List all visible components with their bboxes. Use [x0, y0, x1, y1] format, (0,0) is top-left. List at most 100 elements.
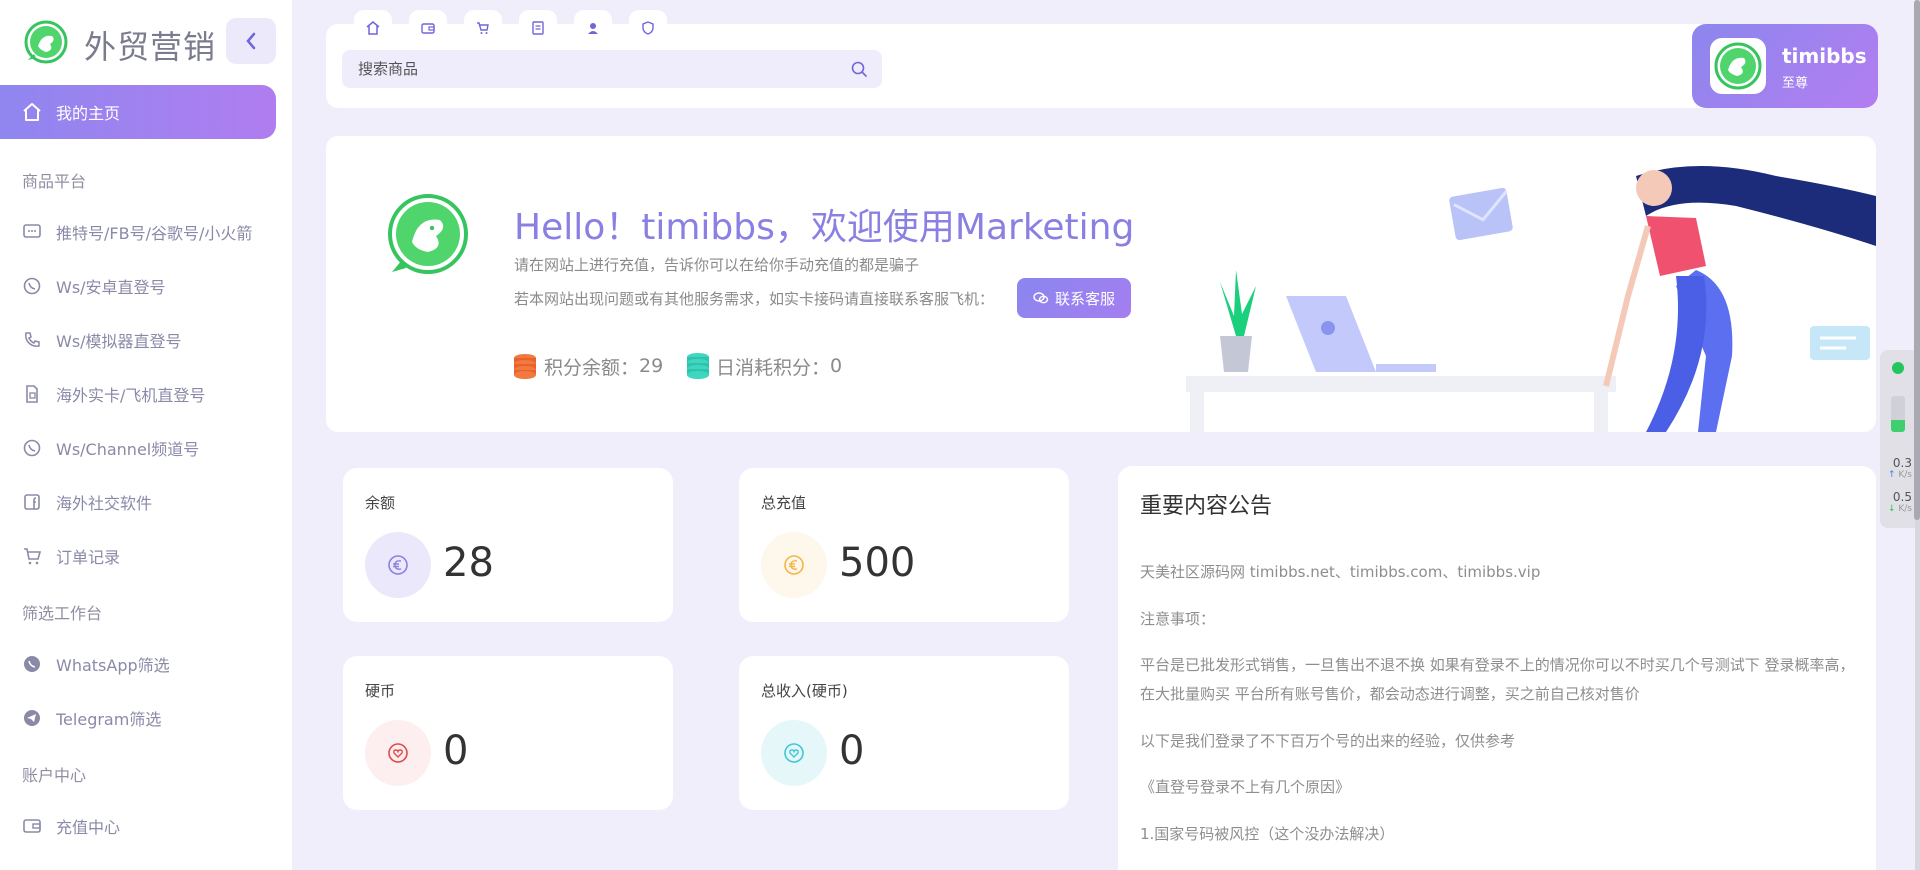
sidebar-item-label: 海外社交软件 [56, 494, 153, 513]
sidebar-item-orders[interactable]: 订单记录 [22, 544, 120, 568]
sidebar-item-label: Ws/模拟器直登号 [56, 332, 182, 351]
welcome-support-line: 若本网站出现问题或有其他服务需求，如实卡接码请直接联系客服飞机： [514, 290, 995, 308]
upload-unit: ↑ K/s [1887, 470, 1912, 480]
announcement-paragraph: 《直登号登录不上有几个原因》 [1140, 778, 1351, 796]
sidebar-item-sim-card[interactable]: 海外实卡/飞机直登号 [22, 382, 205, 406]
daily-points-label: 日消耗积分： [716, 356, 831, 379]
stat-value: 500 [839, 540, 916, 586]
user-icon [588, 23, 598, 34]
status-dot [1892, 362, 1904, 374]
upload-speed: 0.3 [1880, 456, 1916, 470]
stat-icon-bg [365, 532, 431, 598]
welcome-title: Hello！timibbs，欢迎使用Marketing [514, 207, 1135, 248]
contact-support-button[interactable]: 联系客服 [1017, 278, 1131, 318]
brand-header: 外贸营销 [0, 0, 292, 84]
tab-shield[interactable] [629, 10, 667, 46]
stat-card-coins: 硬币 0 [343, 656, 673, 810]
tab-user[interactable] [574, 10, 612, 46]
search-input[interactable] [358, 50, 838, 88]
chat-bubbles-icon [1033, 292, 1049, 304]
sidebar-item-telegram-filter[interactable]: Telegram筛选 [22, 706, 161, 730]
daily-points: 日消耗积分： 0 [686, 352, 842, 380]
user-level: 至尊 [1782, 76, 1809, 91]
sidebar-item-label: 海外实卡/飞机直登号 [56, 386, 206, 405]
stat-label: 余额 [365, 494, 396, 512]
memory-bar [1891, 396, 1905, 432]
tab-cart[interactable] [464, 10, 502, 46]
sidebar-item-twitter-fb[interactable]: 推特号/FB号/谷歌号/小火箭 [22, 220, 252, 244]
sidebar-item-label: Ws/安卓直登号 [56, 278, 166, 297]
chevron-left-icon [246, 32, 256, 50]
facebook-icon [24, 494, 40, 510]
whatsapp-icon [23, 439, 41, 457]
announcement-paragraph: 天美社区源码网 timibbs.net、timibbs.com、timibbs.… [1140, 563, 1541, 581]
home-icon [23, 103, 41, 121]
stat-label: 总收入(硬币) [761, 682, 848, 700]
coins-stack-icon [514, 354, 536, 379]
cart-icon [24, 548, 42, 565]
sidebar: 外贸营销 我的主页 商品平台 推特号/FB号/谷歌号/小火箭 Ws/安卓直登号 … [0, 0, 292, 870]
brand-logo-icon [24, 20, 68, 64]
points-balance-value: 29 [639, 355, 664, 377]
stat-value: 28 [443, 540, 494, 586]
database-icon [687, 353, 709, 379]
user-name: timibbs [1782, 44, 1867, 68]
tab-home[interactable] [354, 10, 392, 46]
daily-points-value: 0 [830, 355, 843, 377]
collapse-sidebar-button[interactable] [226, 18, 276, 64]
download-speed: 0.5 [1880, 490, 1916, 504]
sidebar-item-label: 推特号/FB号/谷歌号/小火箭 [56, 224, 253, 243]
phone-icon [25, 332, 40, 347]
avatar [1710, 38, 1766, 94]
sidebar-item-whatsapp-filter[interactable]: WhatsApp筛选 [22, 652, 170, 676]
upload-unit-label: K/s [1898, 470, 1912, 480]
telegram-icon [24, 710, 40, 726]
stat-card-balance: 余额 28 [343, 468, 673, 622]
announcement-title: 重要内容公告 [1140, 494, 1273, 519]
search-icon[interactable] [850, 60, 868, 78]
brand-logo-icon [388, 194, 468, 274]
download-speed-value: 0.5 [1892, 490, 1912, 504]
stat-card-total-recharge: 总充值 500 [739, 468, 1069, 622]
sidebar-item-home[interactable]: 我的主页 [0, 85, 276, 139]
sidebar-item-ws-android[interactable]: Ws/安卓直登号 [22, 274, 166, 298]
announcement-paragraph: 以下是我们登录了不下百万个号的出来的经验，仅供参考 [1140, 732, 1516, 750]
workspace-illustration [1186, 166, 1876, 432]
document-icon [532, 21, 544, 35]
sidebar-item-social-software[interactable]: 海外社交软件 [22, 490, 152, 514]
tab-document[interactable] [519, 10, 557, 46]
download-unit-label: K/s [1898, 504, 1912, 514]
section-title-products: 商品平台 [22, 172, 87, 191]
user-profile-card[interactable]: timibbs 至尊 [1692, 24, 1878, 108]
announcement-paragraph: 注意事项： [1140, 610, 1216, 628]
network-speed-widget[interactable]: 0.3 ↑ K/s 0.5 ↓ K/s [1880, 350, 1916, 528]
shield-icon [642, 21, 654, 35]
sidebar-item-recharge[interactable]: 充值中心 [22, 814, 120, 838]
scrollbar-thumb[interactable] [1914, 0, 1920, 520]
sidebar-item-ws-emulator[interactable]: Ws/模拟器直登号 [22, 328, 182, 352]
sidebar-item-ws-channel[interactable]: Ws/Channel频道号 [22, 436, 199, 460]
wallet-icon [421, 23, 435, 34]
whatsapp-icon [23, 277, 41, 295]
announcement-paragraph: 1.国家号码被风控（这个没办法解决） [1140, 825, 1395, 843]
stat-label: 硬币 [365, 682, 396, 700]
whatsapp-filled-icon [24, 656, 40, 672]
points-balance: 积分余额： 29 [512, 352, 663, 380]
sidebar-item-label: Ws/Channel频道号 [56, 440, 200, 459]
sidebar-item-label: 订单记录 [56, 548, 121, 567]
wallet-icon [23, 819, 41, 833]
stat-icon-bg [761, 720, 827, 786]
stat-value: 0 [443, 728, 469, 774]
tab-wallet[interactable] [409, 10, 447, 46]
stat-value: 0 [839, 728, 865, 774]
euro-icon [388, 555, 408, 575]
section-title-account: 账户中心 [22, 766, 87, 785]
announcement-panel: 重要内容公告 天美社区源码网 timibbs.net、timibbs.com、t… [1118, 466, 1876, 870]
stat-label: 总充值 [761, 494, 807, 512]
points-balance-label: 积分余额： [544, 356, 640, 379]
contact-support-label: 联系客服 [1054, 289, 1115, 308]
section-title-filters: 筛选工作台 [22, 604, 103, 623]
welcome-banner: Hello！timibbs，欢迎使用Marketing 请在网站上进行充值，告诉… [326, 136, 1876, 432]
home-icon [366, 21, 380, 35]
heart-icon [388, 743, 408, 763]
